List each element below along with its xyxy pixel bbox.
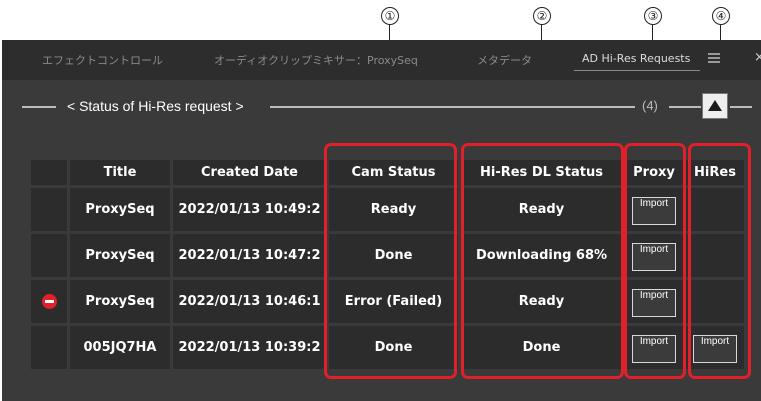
collapse-up-triangle-icon (708, 100, 722, 111)
callout-2: ② (533, 7, 551, 25)
row-title: 005JQ7HA (70, 326, 170, 369)
callout-1: ① (381, 7, 399, 25)
collapse-button[interactable] (702, 93, 728, 119)
highlight-hires-dl-status (461, 143, 624, 379)
tab-bar: エフェクトコントロール オーディオクリップミキサー：ProxySeq メタデータ… (2, 40, 761, 80)
header-created-date: Created Date (173, 160, 326, 185)
close-icon[interactable]: × (754, 50, 761, 65)
callout-3: ③ (644, 7, 662, 25)
request-count: (4) (642, 98, 658, 113)
header-status-icon (31, 160, 67, 185)
section-divider-right (669, 106, 701, 108)
row-created-date: 2022/01/13 10:39:2 (173, 326, 326, 369)
row-created-date: 2022/01/13 10:46:1 (173, 280, 326, 323)
active-tab-underline (574, 70, 700, 71)
row-created-date: 2022/01/13 10:49:2 (173, 188, 326, 231)
highlight-hires (688, 143, 751, 379)
tab-effect-controls[interactable]: エフェクトコントロール (42, 52, 163, 68)
section-divider-left (22, 106, 56, 108)
section-divider-end (730, 106, 752, 108)
section-divider-middle (270, 106, 635, 108)
header-title: Title (70, 160, 170, 185)
row-title: ProxySeq (70, 234, 170, 277)
highlight-cam-status (324, 143, 457, 379)
row-title: ProxySeq (70, 188, 170, 231)
highlight-proxy (624, 143, 686, 379)
row-status-cell (31, 234, 67, 277)
row-status-cell (31, 280, 67, 323)
tab-metadata[interactable]: メタデータ (477, 52, 532, 68)
tab-ad-hires-requests[interactable]: AD Hi-Res Requests (582, 52, 690, 65)
error-minus-circle-icon (41, 294, 57, 309)
tab-audio-clip-mixer[interactable]: オーディオクリップミキサー：ProxySeq (214, 52, 418, 68)
section-title: < Status of Hi-Res request > (67, 98, 244, 114)
row-created-date: 2022/01/13 10:47:2 (173, 234, 326, 277)
hamburger-menu-icon[interactable] (708, 53, 720, 63)
callout-4: ④ (712, 7, 730, 25)
row-status-cell (31, 326, 67, 369)
row-title: ProxySeq (70, 280, 170, 323)
row-status-cell (31, 188, 67, 231)
